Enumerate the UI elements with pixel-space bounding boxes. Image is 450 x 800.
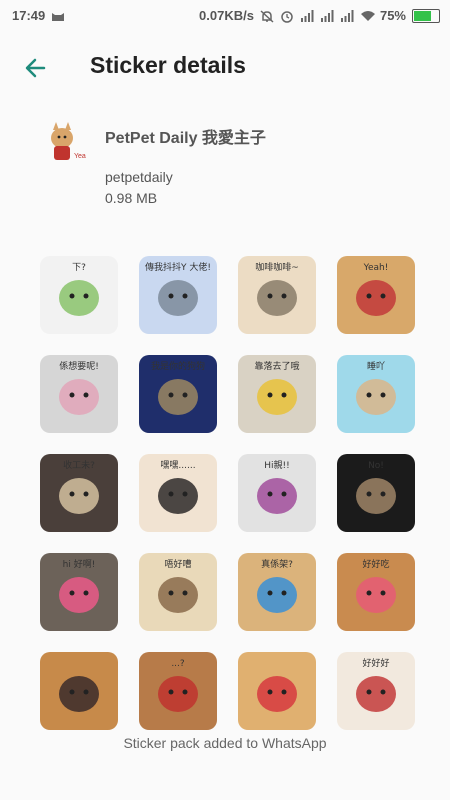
sticker-caption: 傳我抖抖Y 大佬! [145, 261, 211, 273]
sticker-caption: 係想要呢! [60, 360, 100, 372]
sticker-cell[interactable]: 傳我抖抖Y 大佬! [129, 245, 228, 344]
volte-signal-icon [320, 9, 334, 22]
pack-name: PetPet Daily 我愛主子 [105, 130, 266, 147]
svg-text:Yeah: Yeah [74, 153, 86, 160]
sticker-cell[interactable] [30, 641, 129, 740]
sticker-cell[interactable]: 靠落去了哦 [228, 344, 327, 443]
signal-icon [300, 9, 314, 22]
sticker-image: ...? [139, 651, 218, 730]
sticker-cell[interactable]: No! [326, 443, 425, 542]
sticker-caption: 睡吖 [367, 360, 385, 372]
sticker-cell[interactable]: 好好好 [326, 641, 425, 740]
cat-icon [51, 10, 65, 22]
sticker-caption: 收工未? [63, 459, 95, 471]
battery-icon [412, 8, 440, 23]
sticker-caption: ...? [171, 659, 185, 669]
sticker-cell[interactable]: 我是你的狗狗 [129, 344, 228, 443]
status-right: 0.07KB/s 75% [199, 8, 440, 23]
sticker-caption: 好好好 [362, 657, 389, 669]
sticker-image [237, 651, 316, 730]
sticker-caption: 我是你的狗狗 [151, 360, 205, 372]
sticker-image: 收工未? [40, 453, 119, 532]
sticker-image: 係想要呢! [40, 354, 119, 433]
sticker-image: 傳我抖抖Y 大佬! [139, 255, 218, 334]
sticker-cell[interactable]: 真係架? [228, 542, 327, 641]
sticker-image: 唔好嘈 [139, 552, 218, 631]
sticker-caption: 真係架? [261, 558, 293, 570]
sticker-caption: hi 好啊! [63, 558, 96, 570]
sticker-caption: 好好吃 [362, 558, 389, 570]
sticker-cell[interactable]: 係想要呢! [30, 344, 129, 443]
network-speed-label: 0.07KB/s [199, 8, 254, 23]
sticker-grid: 下? 傳我抖抖Y 大佬! 咖啡咖啡~ Yeah! 係想要呢! 我是你的狗狗 靠落去了哦 睡吖收… [30, 245, 425, 740]
sticker-image: 下? [40, 255, 119, 334]
alarm-icon [280, 10, 294, 23]
sticker-caption: 唔好嘈 [165, 558, 192, 570]
sticker-caption: 咖啡咖啡~ [255, 261, 299, 273]
sticker-image [40, 651, 119, 730]
sticker-image: 好好好 [336, 651, 415, 730]
sticker-cell[interactable]: hi 好啊! [30, 542, 129, 641]
pack-publisher: petpetdaily [105, 169, 173, 185]
sticker-image: 真係架? [237, 552, 316, 631]
sticker-caption: Yeah! [362, 263, 388, 273]
sticker-image: 靠落去了哦 [237, 354, 316, 433]
pack-thumbnail: Yeah [40, 120, 90, 166]
signal-2-icon [340, 9, 354, 22]
bell-off-icon [260, 9, 274, 23]
status-left: 17:49 [12, 8, 65, 23]
pack-size: 0.98 MB [105, 190, 158, 206]
status-footer: Sticker pack added to WhatsApp [123, 735, 327, 751]
sticker-image: 嘿嘿...... [139, 453, 218, 532]
page-title: Sticker details [90, 52, 246, 78]
sticker-image: No! [336, 453, 415, 532]
sticker-cell[interactable]: 收工未? [30, 443, 129, 542]
arrow-back-icon [25, 58, 46, 78]
sticker-cell[interactable]: Hi親!! [228, 443, 327, 542]
sticker-image: 好好吃 [336, 552, 415, 631]
sticker-cell[interactable]: 睡吖 [326, 344, 425, 443]
status-bar: 17:49 0.07KB/s 75% [0, 0, 450, 32]
time-label: 17:49 [12, 8, 46, 23]
sticker-image: Hi親!! [237, 453, 316, 532]
sticker-caption: 嘿嘿...... [161, 460, 196, 471]
sticker-cell[interactable]: 好好吃 [326, 542, 425, 641]
back-button[interactable] [22, 54, 50, 82]
sticker-caption: 下? [72, 263, 86, 273]
sticker-image: 睡吖 [336, 354, 415, 433]
sticker-cell[interactable]: 咖啡咖啡~ [228, 245, 327, 344]
sticker-image: Yeah! [336, 255, 415, 334]
sticker-caption: No! [368, 461, 384, 471]
wifi-icon [360, 10, 375, 22]
sticker-cell[interactable]: ...? [129, 641, 228, 740]
sticker-cell[interactable]: 嘿嘿...... [129, 443, 228, 542]
sticker-image: 咖啡咖啡~ [237, 255, 316, 334]
sticker-caption: Hi親!! [264, 459, 289, 471]
battery-percent-label: 75% [379, 8, 406, 23]
sticker-cell[interactable]: 下? [30, 245, 129, 344]
sticker-cell[interactable]: Yeah! [326, 245, 425, 344]
sticker-image: hi 好啊! [40, 552, 119, 631]
sticker-cell[interactable] [228, 641, 327, 740]
sticker-image: 我是你的狗狗 [139, 354, 218, 433]
sticker-cell[interactable]: 唔好嘈 [129, 542, 228, 641]
sticker-caption: 靠落去了哦 [254, 360, 299, 372]
